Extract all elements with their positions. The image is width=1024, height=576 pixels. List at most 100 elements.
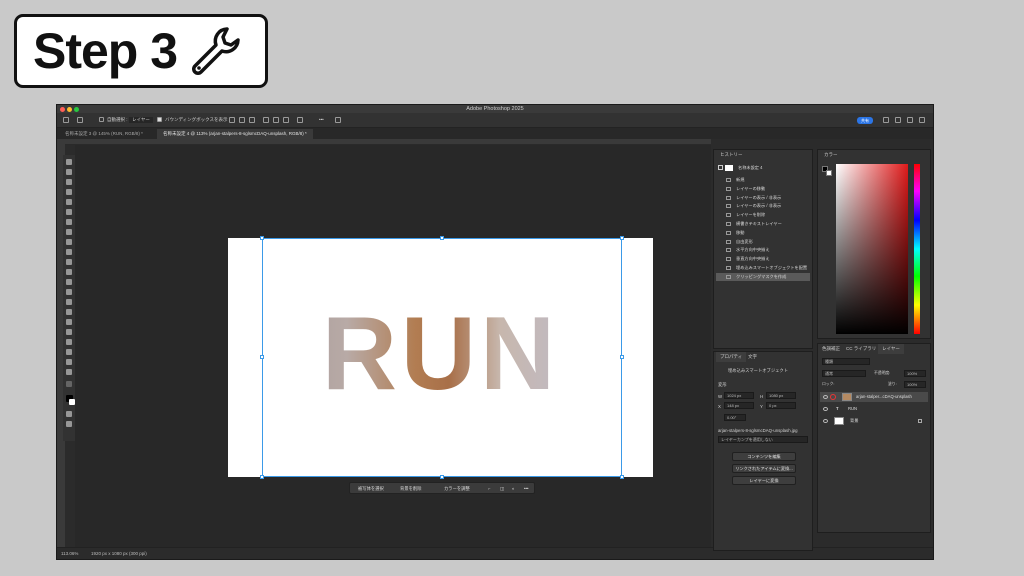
- history-item[interactable]: 水平方向中央揃え: [716, 246, 810, 254]
- healing-brush-icon[interactable]: [66, 239, 72, 245]
- move-tool-icon[interactable]: [77, 117, 83, 123]
- home-icon[interactable]: [63, 117, 69, 123]
- hue-slider[interactable]: [914, 164, 920, 334]
- tab-history[interactable]: ヒストリー: [716, 150, 747, 160]
- handle-top-left[interactable]: [260, 236, 264, 240]
- layer-filter-select[interactable]: 種類: [822, 358, 870, 365]
- move-tool-icon[interactable]: [66, 159, 72, 165]
- fill-field[interactable]: 100%: [904, 381, 926, 388]
- brush-tool-icon[interactable]: [66, 249, 72, 255]
- zoom-level[interactable]: 113.06%: [61, 551, 78, 556]
- history-snapshot[interactable]: 名称未設定 4: [716, 164, 810, 172]
- tab-character[interactable]: 文字: [744, 352, 761, 362]
- bell-icon[interactable]: [883, 117, 889, 123]
- gear-icon[interactable]: [335, 117, 341, 123]
- tab-layers[interactable]: レイヤー: [878, 344, 904, 354]
- shape-tool-icon[interactable]: [66, 349, 72, 355]
- layer-row-background[interactable]: 背景: [820, 416, 928, 426]
- history-item[interactable]: 垂直方向中央揃え: [716, 255, 810, 263]
- history-item[interactable]: 埋め込みスマートオブジェクトを配置: [716, 264, 810, 272]
- align-top-icon[interactable]: [263, 117, 269, 123]
- eyedropper-icon[interactable]: [66, 219, 72, 225]
- height-field[interactable]: 1080 px: [766, 392, 796, 399]
- tab-adjustments[interactable]: 色調補正: [818, 344, 844, 354]
- gradient-tool-icon[interactable]: [66, 289, 72, 295]
- object-select-icon[interactable]: [66, 209, 72, 215]
- transform-icon[interactable]: ⌐: [488, 485, 491, 492]
- history-brush-icon[interactable]: [66, 269, 72, 275]
- layer-row-run[interactable]: T RUN: [820, 404, 928, 414]
- width-field[interactable]: 1024 px: [724, 392, 754, 399]
- align-center-icon[interactable]: [239, 117, 245, 123]
- history-item[interactable]: 新規: [716, 176, 810, 184]
- y-field[interactable]: 0 px: [766, 402, 796, 409]
- adjust-color-button[interactable]: カラーを調整: [444, 485, 470, 492]
- warp-icon[interactable]: ◫: [500, 485, 504, 492]
- layer-row-photo[interactable]: arjan-stalper...cDAQ-unsplash: [820, 392, 928, 402]
- angle-field[interactable]: 0.00°: [724, 414, 746, 421]
- search-icon[interactable]: [895, 117, 901, 123]
- eye-icon[interactable]: [823, 395, 828, 399]
- history-item[interactable]: 自由変形: [716, 238, 810, 246]
- tab-document-3[interactable]: 名称未設定 3 @ 145% (RUN, RGB/8) *: [59, 129, 149, 139]
- zoom-tool-icon[interactable]: [66, 369, 72, 375]
- tab-cc-libraries[interactable]: CC ライブラリ: [842, 344, 880, 354]
- lightbulb-icon[interactable]: [907, 117, 913, 123]
- bounding-box-checkbox[interactable]: [157, 117, 162, 122]
- handle-middle-right[interactable]: [620, 355, 624, 359]
- clone-stamp-icon[interactable]: [66, 259, 72, 265]
- artboard-tool-icon[interactable]: [66, 169, 72, 175]
- opacity-field[interactable]: 100%: [904, 370, 926, 377]
- tab-color[interactable]: カラー: [820, 150, 842, 160]
- history-item[interactable]: レイヤーの表示 / 非表示: [716, 202, 810, 210]
- pen-tool-icon[interactable]: [66, 319, 72, 325]
- eraser-icon[interactable]: [66, 279, 72, 285]
- align-bottom-icon[interactable]: [283, 117, 289, 123]
- history-item[interactable]: 横書きテキストレイヤー: [716, 220, 810, 228]
- history-item[interactable]: レイヤーを削除: [716, 211, 810, 219]
- screen-mode-icon[interactable]: [66, 421, 72, 427]
- blur-tool-icon[interactable]: [66, 299, 72, 305]
- handle-top-center[interactable]: [440, 236, 444, 240]
- marquee-tool-icon[interactable]: [66, 179, 72, 185]
- remove-background-button[interactable]: 背景を削除: [400, 485, 421, 492]
- lasso-tool-icon[interactable]: [66, 189, 72, 195]
- layer-comp-select[interactable]: レイヤーカンプを適用しない: [718, 436, 808, 443]
- snapshot-checkbox[interactable]: [718, 165, 723, 170]
- history-item[interactable]: クリッピングマスクを作成: [716, 272, 810, 281]
- select-subject-button[interactable]: 被写体を選択: [358, 485, 384, 492]
- more-options-button[interactable]: •••: [319, 117, 324, 122]
- handle-bottom-right[interactable]: [620, 475, 624, 479]
- align-left-icon[interactable]: [229, 117, 235, 123]
- eye-icon[interactable]: [823, 407, 828, 411]
- color-picker-field[interactable]: [836, 164, 908, 334]
- ctx-more-button[interactable]: •••: [524, 485, 529, 492]
- handle-top-right[interactable]: [620, 236, 624, 240]
- share-button[interactable]: 共有: [857, 117, 873, 124]
- tab-document-4[interactable]: 名称未設定 4 @ 113% (arjan-stalpers-8-sglsmcD…: [157, 129, 313, 139]
- frame-tool-icon[interactable]: [66, 229, 72, 235]
- eye-icon[interactable]: [823, 419, 828, 423]
- edit-contents-button[interactable]: コンテンツを編集: [732, 452, 796, 461]
- convert-to-layers-button[interactable]: レイヤーに変換: [732, 476, 796, 485]
- handle-middle-left[interactable]: [260, 355, 264, 359]
- convert-to-linked-button[interactable]: リンクされたアイテムに変換...: [732, 464, 796, 473]
- handle-bottom-center[interactable]: [440, 475, 444, 479]
- tab-properties[interactable]: プロパティ: [716, 352, 747, 362]
- blend-mode-select[interactable]: 通常: [822, 370, 866, 377]
- quick-mask-icon[interactable]: [66, 411, 72, 417]
- distribute-icon[interactable]: [297, 117, 303, 123]
- handle-bottom-left[interactable]: [260, 475, 264, 479]
- history-item[interactable]: 移動: [716, 229, 810, 237]
- background-swatch[interactable]: [826, 170, 832, 176]
- more-tools-icon[interactable]: [66, 381, 72, 387]
- type-tool-icon[interactable]: [66, 329, 72, 335]
- x-field[interactable]: 148 px: [724, 402, 754, 409]
- adjust-icon[interactable]: ◐: [512, 485, 515, 492]
- transform-bounding-box[interactable]: [260, 236, 624, 479]
- auto-select-dropdown[interactable]: レイヤー: [129, 117, 153, 123]
- path-select-icon[interactable]: [66, 339, 72, 345]
- history-item[interactable]: レイヤーの表示 / 非表示: [716, 194, 810, 202]
- crop-tool-icon[interactable]: [66, 199, 72, 205]
- history-item[interactable]: レイヤーの移動: [716, 185, 810, 193]
